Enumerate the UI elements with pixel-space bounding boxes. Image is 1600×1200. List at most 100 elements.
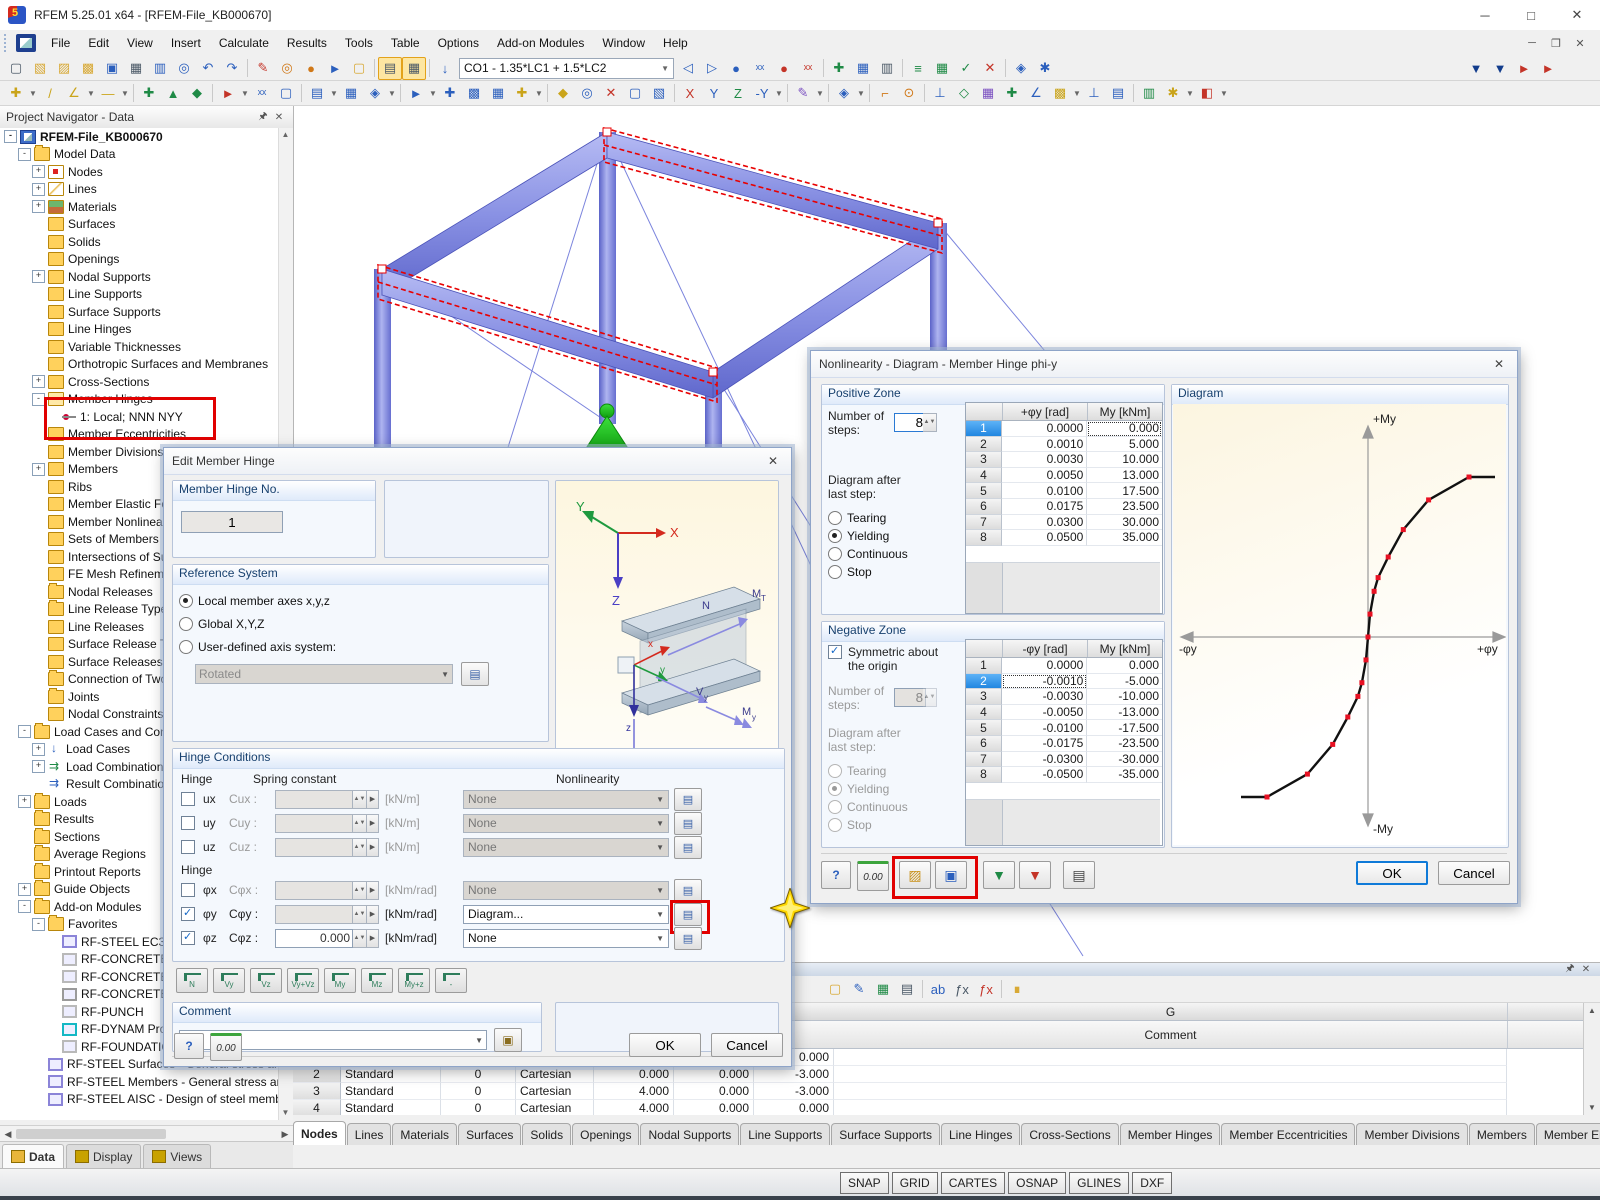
panel-pin-icon[interactable]: 🖈 <box>1562 962 1578 978</box>
edit-nonlinearity-button[interactable]: ▤ <box>674 835 702 859</box>
view-x-icon[interactable]: X <box>678 82 702 105</box>
navigator-toggle-icon[interactable]: ▤ <box>378 56 402 80</box>
tree-item[interactable]: Solids <box>0 233 279 251</box>
row-number[interactable]: 2 <box>293 1066 341 1083</box>
new-polyline-menu[interactable]: ▼ <box>86 83 96 104</box>
radio-icon[interactable] <box>179 617 193 631</box>
show-result-values-icon[interactable]: ● <box>772 57 796 80</box>
cell-cs[interactable]: 0 <box>441 1083 516 1100</box>
tree-item[interactable]: Line Supports <box>0 286 279 304</box>
table-vertical-scrollbar[interactable]: ▲ ▼ <box>1583 1003 1600 1115</box>
hinge-checkbox[interactable] <box>181 906 195 921</box>
cell-cs[interactable]: 0 <box>441 1066 516 1083</box>
navigator-tab[interactable]: Display <box>66 1144 142 1168</box>
pick-cursor-icon[interactable]: ► <box>323 57 347 80</box>
nonlin-dialog-close-icon[interactable]: ✕ <box>1489 355 1509 373</box>
prev-load-case-icon[interactable]: ◁ <box>676 57 700 80</box>
neg-table-row[interactable]: 8 -0.0500 -35.000 <box>966 767 1163 783</box>
tree-expander[interactable]: - <box>18 900 31 914</box>
table-tab[interactable]: Members <box>1468 1123 1535 1145</box>
zoom-out-icon[interactable]: ✕ <box>599 82 623 105</box>
cell-coord-system[interactable]: Cartesian <box>516 1100 594 1115</box>
reference-radio[interactable]: Global X,Y,Z <box>179 617 548 631</box>
pos-table-row[interactable]: 3 0.0030 10.000 <box>966 452 1163 468</box>
tree-expander[interactable]: - <box>18 147 31 161</box>
mesh-refinement-icon[interactable]: ▩ <box>462 82 486 105</box>
edit-dialog-close-icon[interactable]: ✕ <box>763 452 783 470</box>
dim-lines-icon[interactable]: ⌐ <box>873 82 897 105</box>
function-icon[interactable]: ƒx <box>950 978 974 1001</box>
quick-display-icon[interactable]: ▥ <box>1137 82 1161 105</box>
tree-expander[interactable]: + <box>32 375 45 389</box>
hinge-preset-button[interactable]: Vy+Vz <box>287 968 319 993</box>
phi-value[interactable]: 0.0100 <box>1001 483 1088 499</box>
tree-expander[interactable]: + <box>32 742 45 756</box>
view-minus-y-icon[interactable]: -Y <box>750 82 774 105</box>
row-number[interactable]: 4 <box>966 467 1002 484</box>
nonlin-cancel-button[interactable]: Cancel <box>1438 861 1510 885</box>
spinner-more-icon[interactable]: ▶ <box>367 837 379 857</box>
help-button[interactable]: ? <box>174 1033 204 1059</box>
table-tab[interactable]: Member Divisions <box>1356 1123 1468 1145</box>
menu-item[interactable]: Tools <box>336 32 382 54</box>
navigator-tab[interactable]: Views <box>143 1144 212 1168</box>
row-number[interactable]: 3 <box>966 452 1002 468</box>
status-toggle[interactable]: SNAP <box>840 1172 889 1194</box>
moment-value[interactable]: -35.000 <box>1087 767 1163 783</box>
tree-expander[interactable]: - <box>32 392 45 406</box>
results-deform-icon[interactable]: ✚ <box>1000 82 1024 105</box>
edit-nonlinearity-button[interactable]: ▤ <box>674 926 702 950</box>
paste-icon[interactable]: ▦ <box>124 57 148 80</box>
neg-table-row[interactable]: 1 0.0000 0.000 <box>966 658 1163 674</box>
tree-item[interactable]: Openings <box>0 251 279 269</box>
neg-table-row[interactable]: 7 -0.0300 -30.000 <box>966 751 1163 768</box>
module-settings-icon[interactable]: ◈ <box>1009 57 1033 80</box>
menu-item[interactable]: Edit <box>79 32 118 54</box>
tree-item[interactable]: + Materials <box>0 198 279 216</box>
hinge-preset-button[interactable]: Vy <box>213 968 245 993</box>
table-tab[interactable]: Surface Supports <box>831 1123 940 1145</box>
new-solid-icon[interactable]: ▦ <box>339 82 363 105</box>
phi-value[interactable]: 0.0000 <box>1001 421 1088 437</box>
new-surface-icon[interactable]: ▤ <box>305 82 329 105</box>
table-tab[interactable]: Cross-Sections <box>1021 1123 1119 1145</box>
radio-icon[interactable] <box>828 565 842 579</box>
nonlin-dialog-titlebar[interactable]: Nonlinearity - Diagram - Member Hinge ph… <box>811 351 1517 378</box>
nonlin-units-button[interactable]: 0.00 <box>857 861 889 891</box>
spring-constant-input[interactable] <box>275 880 353 900</box>
tree-expander[interactable]: - <box>4 130 17 144</box>
status-toggle[interactable]: GLINES <box>1069 1172 1130 1194</box>
scroll-down-icon[interactable]: ▼ <box>279 1106 292 1120</box>
dimension-menu[interactable]: ▼ <box>240 83 250 104</box>
phi-value[interactable]: -0.0500 <box>1001 767 1088 783</box>
wand-menu[interactable]: ▼ <box>1185 83 1195 104</box>
result-diagram-icon[interactable]: ⊥ <box>1082 82 1106 105</box>
phi-value[interactable]: -0.0050 <box>1001 704 1088 721</box>
snap-node-icon[interactable]: ● <box>299 57 323 80</box>
nonlinearity-combobox[interactable]: None ▼ <box>463 837 669 857</box>
cell-coord-system[interactable]: Cartesian <box>516 1066 594 1083</box>
next-load-case-icon[interactable]: ▷ <box>700 57 724 80</box>
project-save-icon[interactable]: ▩ <box>76 57 100 80</box>
phi-value[interactable]: -0.0175 <box>1001 735 1088 752</box>
view-iso-icon[interactable]: ▧ <box>647 82 671 105</box>
view-menu[interactable]: ▼ <box>774 83 784 104</box>
moment-value[interactable]: 0.000 <box>1087 421 1163 437</box>
tree-expander[interactable]: - <box>32 917 45 931</box>
row-number[interactable]: 2 <box>966 436 1002 453</box>
rename-icon[interactable]: ab <box>926 978 950 1001</box>
colors-menu[interactable]: ▼ <box>1219 83 1229 104</box>
menu-item[interactable]: Calculate <box>210 32 278 54</box>
moment-value[interactable]: 13.000 <box>1087 468 1163 484</box>
moment-value[interactable]: -30.000 <box>1087 752 1163 768</box>
guide-line-icon[interactable]: ▢ <box>274 82 298 105</box>
row-number[interactable]: 7 <box>966 514 1002 531</box>
row-number[interactable]: 3 <box>293 1083 341 1100</box>
hinge-checkbox[interactable] <box>181 792 195 806</box>
tree-item[interactable]: Member Eccentricities <box>0 426 279 444</box>
cell-comment[interactable] <box>834 1100 1507 1115</box>
moment-value[interactable]: -17.500 <box>1087 720 1163 736</box>
mdi-restore-button[interactable]: ❐ <box>1544 34 1568 52</box>
tree-expander[interactable]: + <box>32 165 45 179</box>
table-tab[interactable]: Surfaces <box>458 1123 522 1145</box>
